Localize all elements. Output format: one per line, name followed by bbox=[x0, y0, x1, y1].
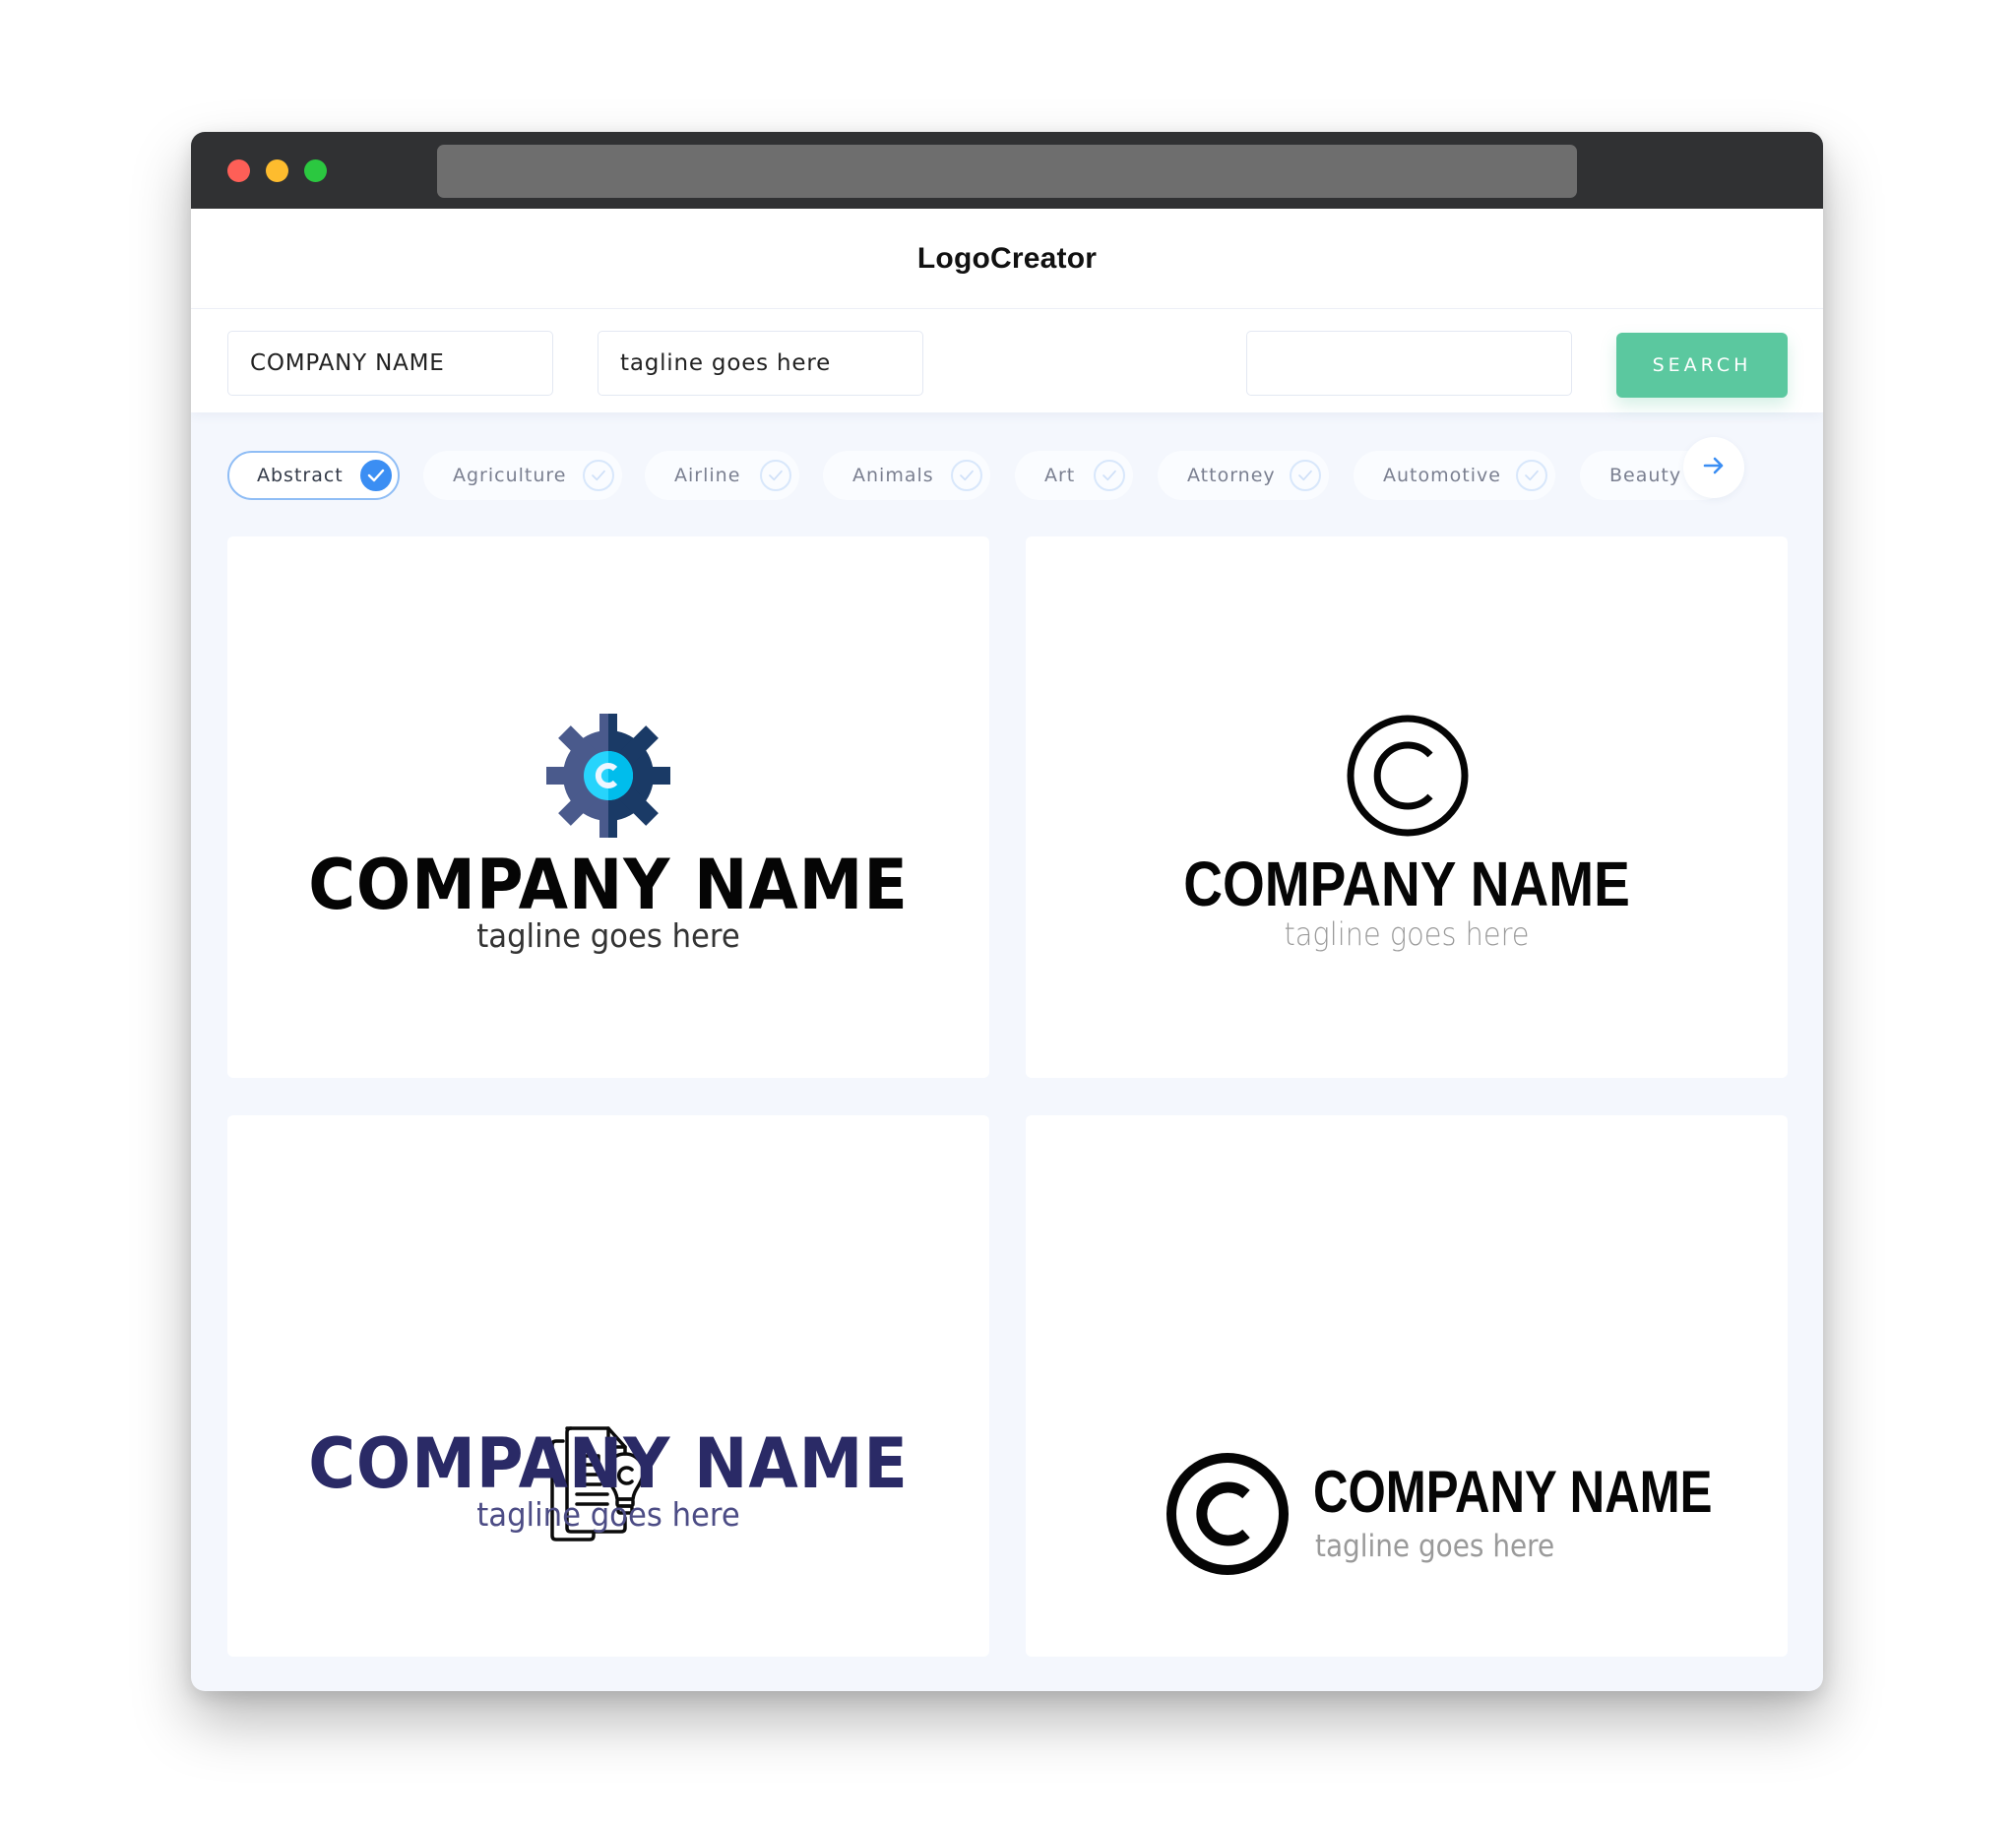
arrow-right-icon bbox=[1703, 457, 1725, 479]
category-chip-label: Animals bbox=[852, 465, 934, 486]
category-chip-label: Automotive bbox=[1383, 465, 1501, 486]
category-filter-bar: Abstract Agriculture Airline Animals Art bbox=[227, 451, 1793, 500]
category-chip-label: Abstract bbox=[257, 465, 344, 486]
category-chip-automotive[interactable]: Automotive bbox=[1354, 451, 1555, 500]
logo-card[interactable]: COMPANY NAME tagline goes here bbox=[227, 536, 989, 1078]
copyright-circle-icon bbox=[1166, 1452, 1290, 1581]
logo-tagline: tagline goes here bbox=[1284, 915, 1530, 953]
search-bar: COMPANY NAME tagline goes here SEARCH bbox=[191, 309, 1823, 412]
category-chip-airline[interactable]: Airline bbox=[645, 451, 799, 500]
app-header: LogoCreator bbox=[191, 209, 1823, 309]
copyright-circle-icon bbox=[1346, 714, 1470, 843]
logo-tagline: tagline goes here bbox=[476, 916, 740, 955]
logo-card[interactable]: COMPANY NAME tagline goes here bbox=[1026, 536, 1788, 1078]
logo-company-name: COMPANY NAME bbox=[308, 845, 909, 925]
category-chip-animals[interactable]: Animals bbox=[823, 451, 990, 500]
check-icon bbox=[1094, 460, 1125, 491]
check-icon bbox=[1516, 460, 1547, 491]
category-chip-attorney[interactable]: Attorney bbox=[1158, 451, 1329, 500]
tagline-input[interactable]: tagline goes here bbox=[598, 331, 923, 396]
title-bar bbox=[191, 132, 1823, 209]
logo-company-name: COMPANY NAME bbox=[1313, 1459, 1713, 1525]
logo-tagline: tagline goes here bbox=[1315, 1529, 1555, 1564]
category-chip-label: Art bbox=[1044, 465, 1076, 486]
logo-company-name: COMPANY NAME bbox=[1183, 849, 1630, 919]
keyword-input[interactable] bbox=[1246, 331, 1572, 396]
logo-card[interactable]: COMPANY NAME tagline goes here bbox=[227, 1115, 989, 1657]
close-window-button[interactable] bbox=[227, 159, 250, 182]
search-button[interactable]: SEARCH bbox=[1616, 333, 1788, 398]
minimize-window-button[interactable] bbox=[266, 159, 288, 182]
check-icon bbox=[360, 460, 392, 491]
logo-card[interactable]: COMPANY NAME tagline goes here bbox=[1026, 1115, 1788, 1657]
logo-tagline: tagline goes here bbox=[476, 1495, 740, 1534]
category-chip-label: Agriculture bbox=[453, 465, 567, 486]
browser-window: LogoCreator COMPANY NAME tagline goes he… bbox=[191, 132, 1823, 1691]
maximize-window-button[interactable] bbox=[304, 159, 327, 182]
category-chip-label: Airline bbox=[674, 465, 741, 486]
category-chip-abstract[interactable]: Abstract bbox=[227, 451, 400, 500]
logo-company-name: COMPANY NAME bbox=[308, 1423, 909, 1504]
gear-copyright-icon bbox=[546, 714, 670, 843]
category-chip-art[interactable]: Art bbox=[1015, 451, 1133, 500]
check-icon bbox=[1290, 460, 1321, 491]
check-icon bbox=[951, 460, 982, 491]
category-chip-agriculture[interactable]: Agriculture bbox=[423, 451, 622, 500]
next-categories-button[interactable] bbox=[1683, 437, 1744, 498]
category-chip-label: Attorney bbox=[1187, 465, 1276, 486]
check-icon bbox=[583, 460, 614, 491]
app-logo-title[interactable]: LogoCreator bbox=[917, 242, 1097, 276]
check-icon bbox=[760, 460, 791, 491]
category-chip-label: Beauty bbox=[1609, 465, 1682, 486]
company-name-input[interactable]: COMPANY NAME bbox=[227, 331, 553, 396]
address-bar[interactable] bbox=[437, 145, 1577, 198]
